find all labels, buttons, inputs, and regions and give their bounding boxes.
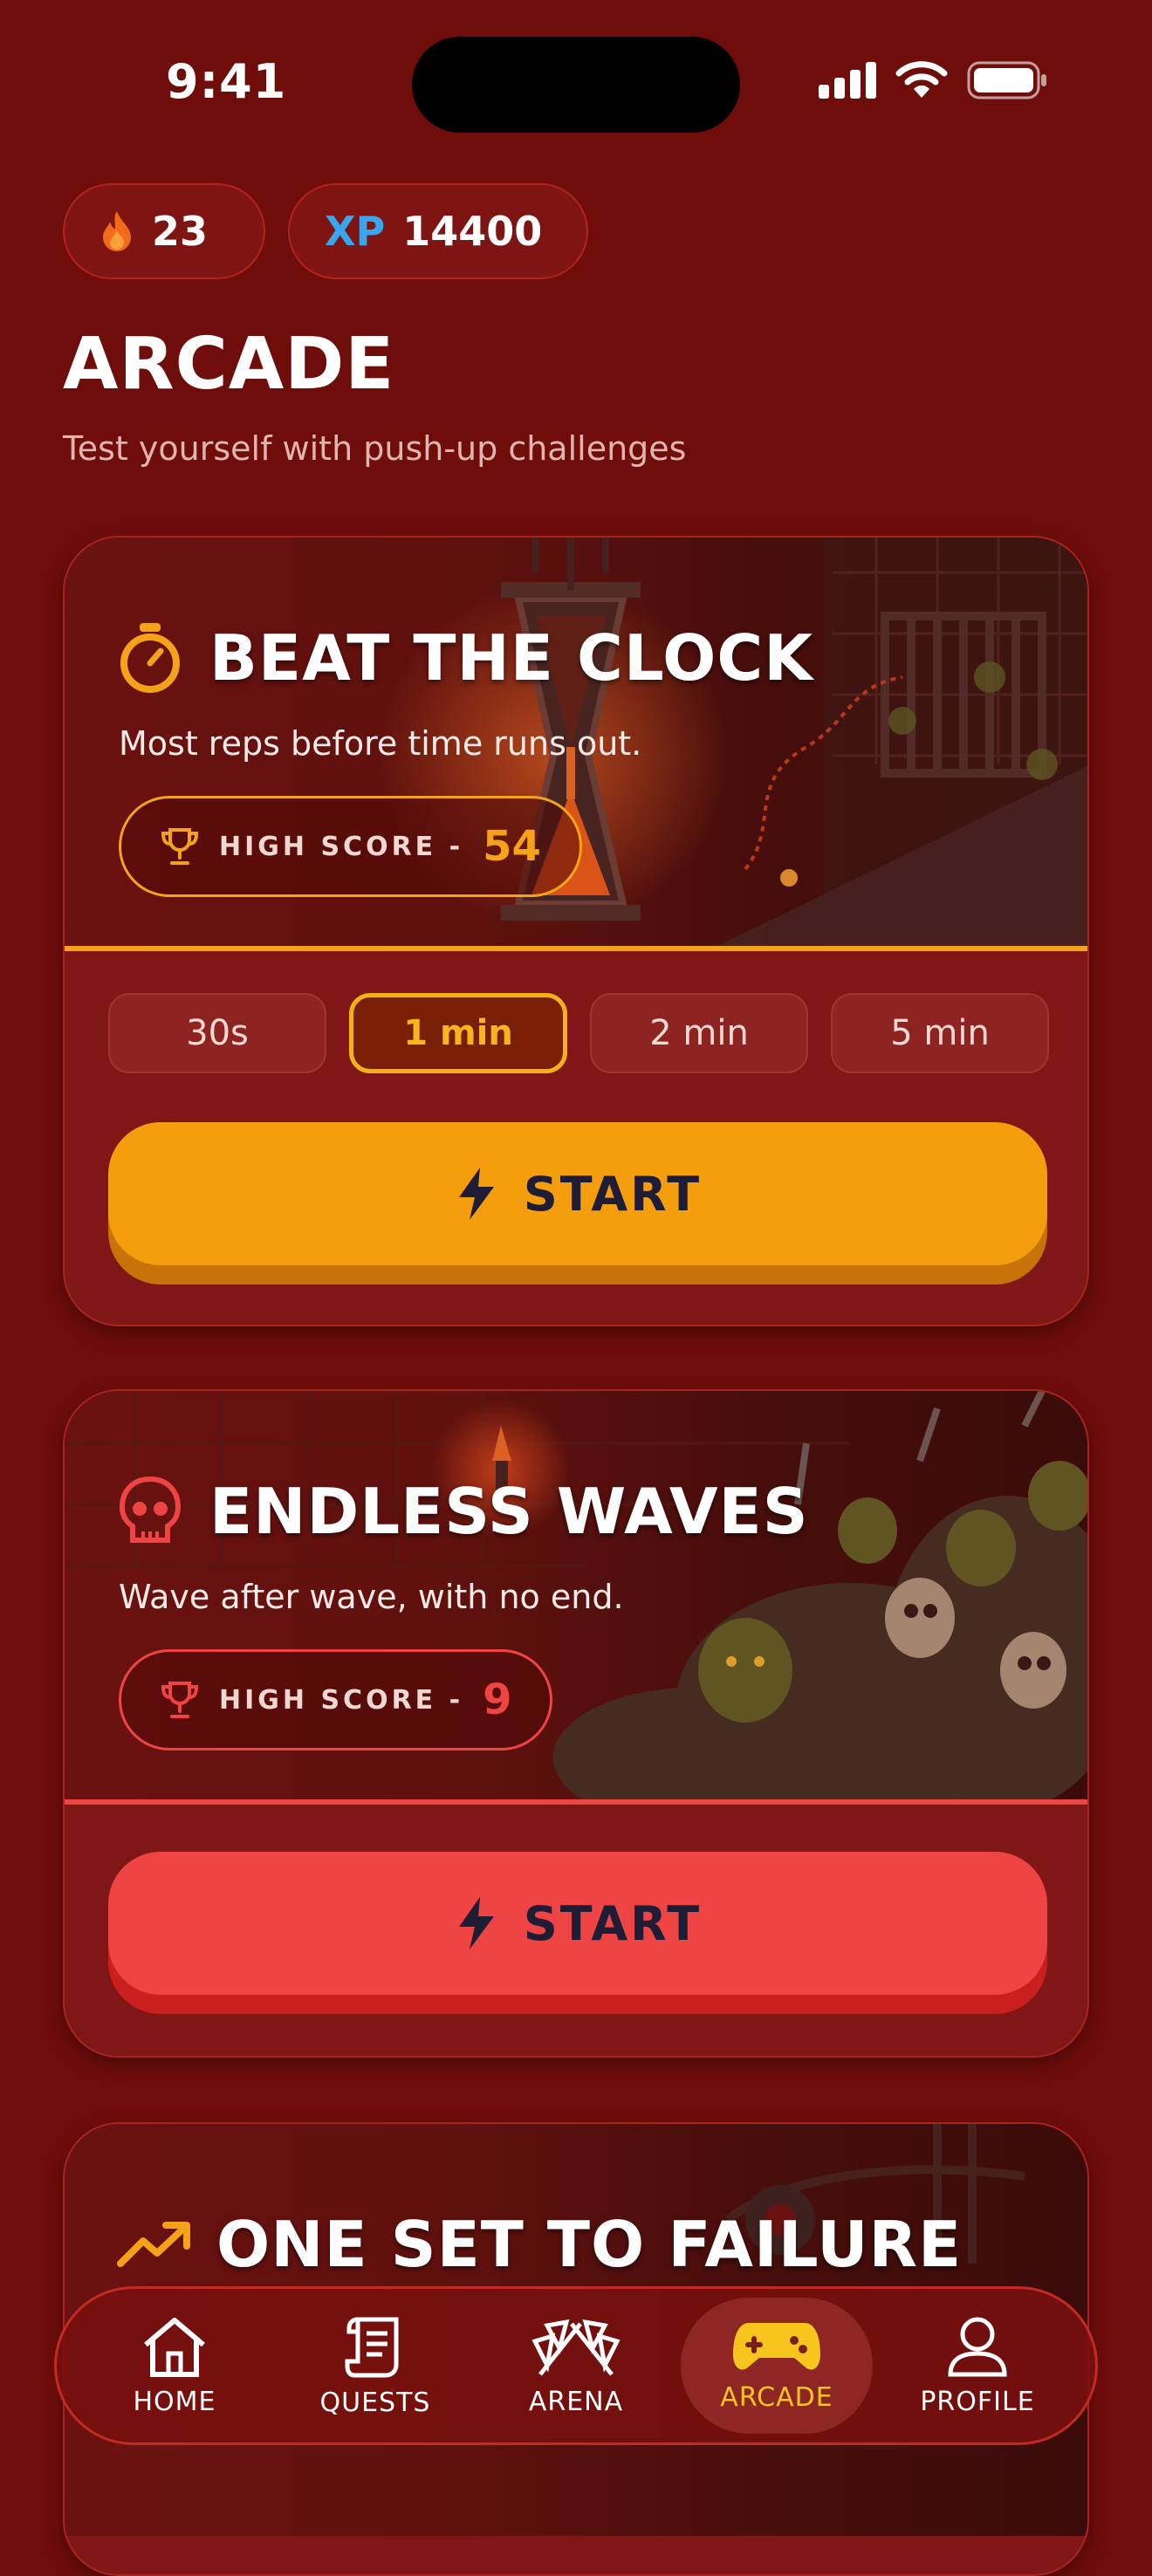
lightning-icon [458,1168,494,1220]
xp-badge[interactable]: XP 14400 [288,183,588,279]
flame-icon [103,211,131,251]
nav-profile-label: PROFILE [920,2386,1035,2417]
lightning-icon [458,1897,494,1949]
xp-value: 14400 [402,208,543,255]
battery-icon [967,61,1046,99]
duration-option-1min[interactable]: 1 min [349,993,567,1073]
xp-label: XP [325,208,386,255]
page-title: ARCADE [63,323,395,406]
streak-badge[interactable]: 23 [63,183,265,279]
nav-quests[interactable]: QUESTS [279,2298,471,2434]
dynamic-island [412,37,740,133]
skull-icon [119,1476,182,1543]
duration-option-5min[interactable]: 5 min [831,993,1049,1073]
trophy-icon [161,1682,199,1718]
beat-the-clock-title: BEAT THE CLOCK [209,621,813,695]
high-score-label: HIGH SCORE - [219,831,464,862]
bottom-nav: HOME QUESTS ARENA ARCADE PROFILE [54,2286,1098,2445]
beat-the-clock-high-score: HIGH SCORE - 54 [119,796,582,897]
user-icon [948,2317,1007,2376]
nav-home-label: HOME [133,2386,216,2417]
beat-the-clock-description: Most reps before time runs out. [119,724,642,763]
status-icons [819,61,1047,99]
high-score-value: 9 [483,1675,512,1724]
trophy-icon [161,828,199,865]
crossed-flags-icon [531,2319,621,2376]
one-set-to-failure-title: ONE SET TO FAILURE [216,2208,963,2281]
endless-waves-title: ENDLESS WAVES [209,1475,809,1548]
stopwatch-icon [120,623,180,693]
beat-the-clock-accent-line [65,946,1087,951]
beat-the-clock-start-button[interactable]: START [108,1122,1047,1265]
duration-option-2min[interactable]: 2 min [590,993,808,1073]
nav-arena-label: ARENA [528,2386,624,2417]
cellular-signal-icon [819,62,876,99]
start-label: START [523,1166,703,1222]
scroll-icon [345,2317,399,2377]
endless-waves-card: ENDLESS WAVES Wave after wave, with no e… [63,1389,1089,2058]
nav-arcade[interactable]: ARCADE [681,2298,873,2434]
home-icon [144,2317,205,2377]
gamepad-icon [733,2322,820,2370]
trending-up-icon [117,2222,190,2267]
nav-quests-label: QUESTS [319,2387,431,2418]
endless-waves-high-score: HIGH SCORE - 9 [119,1649,553,1750]
start-label: START [523,1895,703,1951]
status-time: 9:41 [166,54,287,109]
high-score-value: 54 [483,822,541,871]
nav-profile[interactable]: PROFILE [881,2298,1073,2434]
nav-arcade-label: ARCADE [720,2381,833,2413]
streak-count: 23 [152,208,209,255]
nav-home[interactable]: HOME [79,2298,271,2434]
beat-the-clock-card: BEAT THE CLOCK Most reps before time run… [63,536,1089,1326]
high-score-label: HIGH SCORE - [219,1684,464,1716]
duration-selector: 30s 1 min 2 min 5 min [108,993,1049,1073]
endless-waves-start-button[interactable]: START [108,1852,1047,1995]
wifi-icon [895,61,948,98]
page-subtitle: Test yourself with push-up challenges [63,429,687,468]
duration-option-30s[interactable]: 30s [108,993,326,1073]
endless-waves-description: Wave after wave, with no end. [119,1578,624,1616]
endless-waves-accent-line [65,1799,1087,1805]
nav-arena[interactable]: ARENA [480,2298,672,2434]
